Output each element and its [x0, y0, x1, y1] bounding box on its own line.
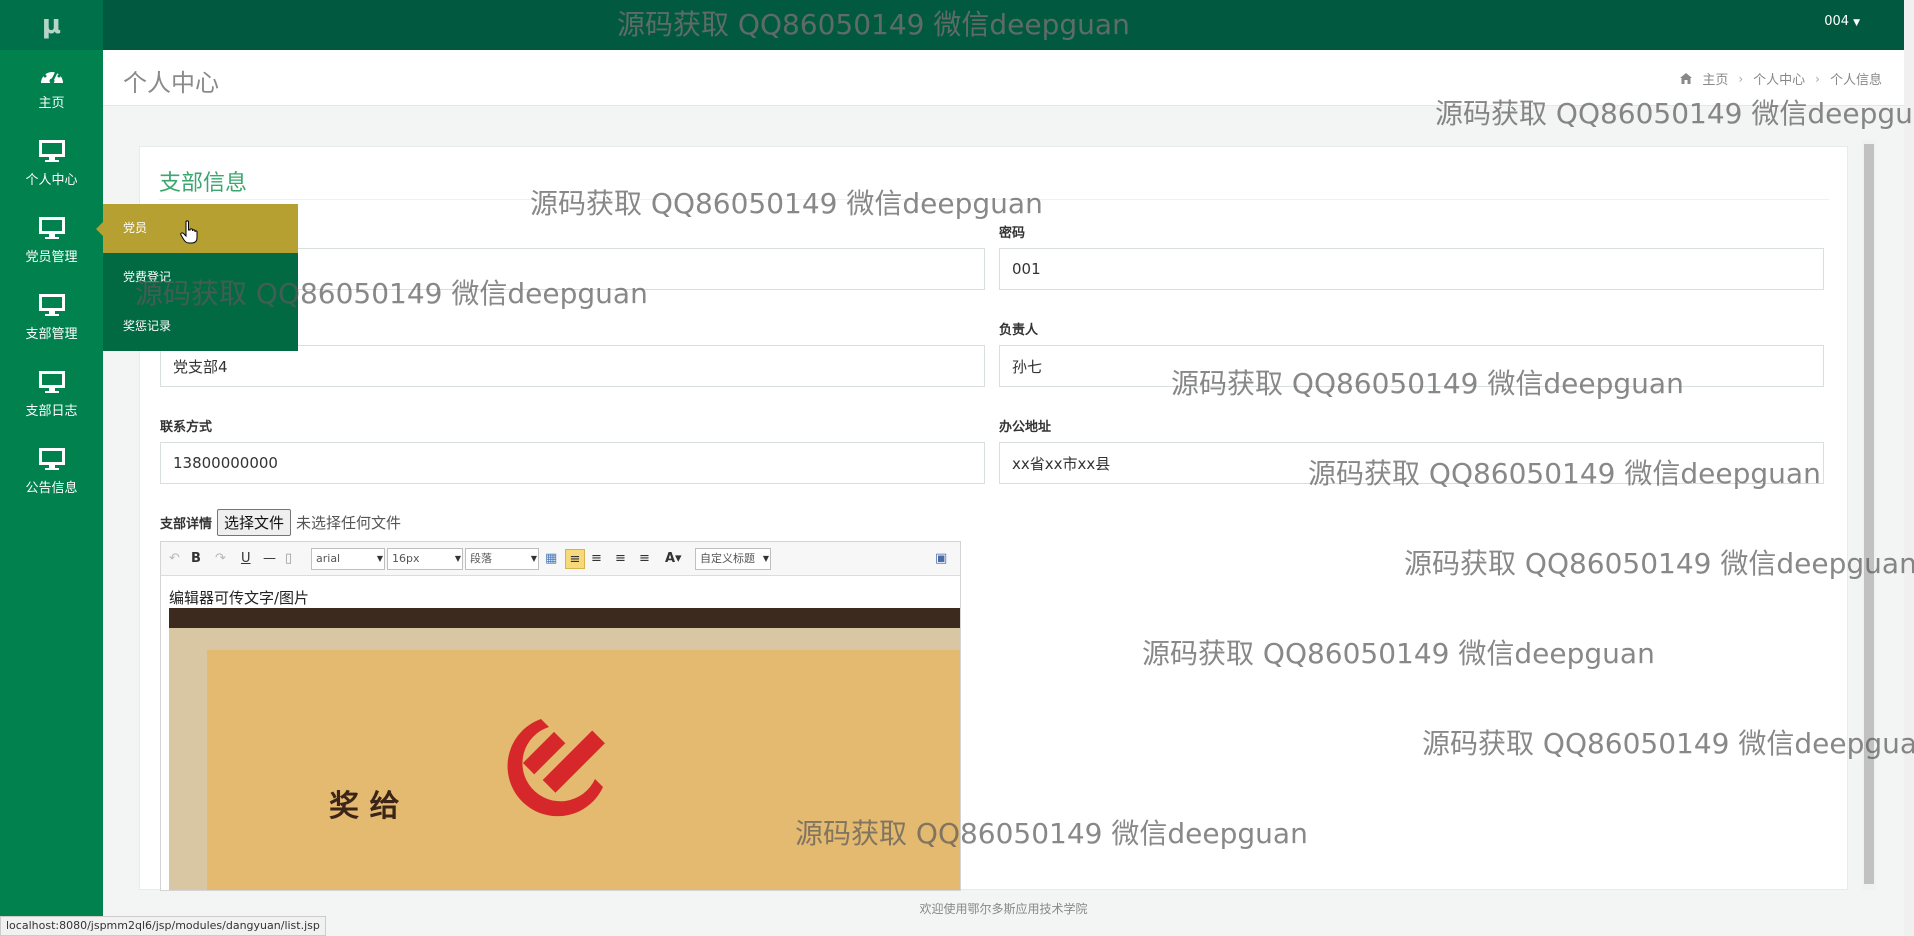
dashboard-icon	[40, 68, 63, 84]
status-bar-url: localhost:8080/jspmm2ql6/jsp/modules/dan…	[0, 916, 326, 936]
user-menu[interactable]: 004 ▼	[1824, 14, 1860, 29]
dropdown-arrow-icon: ▼	[454, 554, 461, 563]
font-size-select[interactable]: 16px ▼	[387, 548, 463, 570]
password-label: 密码	[999, 226, 1026, 241]
top-bar: μ 004 ▼	[0, 0, 1904, 50]
page-title: 个人中心	[123, 69, 219, 97]
sidebar-item-branch-log[interactable]: 支部日志	[0, 358, 103, 435]
breadcrumb-home[interactable]: 主页	[1702, 69, 1728, 88]
breadcrumb: 主页 › 个人中心 › 个人信息	[1680, 69, 1882, 88]
sidebar-item-home[interactable]: 主页	[0, 50, 103, 127]
sidebar-item-label: 支部管理	[25, 327, 78, 342]
sidebar-item-personal-center[interactable]: 个人中心	[0, 127, 103, 204]
breadcrumb-current: 个人信息	[1829, 73, 1882, 88]
sidebar-item-label: 党员管理	[25, 250, 78, 265]
monitor-icon	[38, 140, 65, 162]
sidebar-item-label: 主页	[38, 96, 65, 111]
password-input[interactable]	[999, 248, 1824, 290]
divider	[159, 199, 1829, 200]
chevron-right-icon: ›	[1815, 71, 1820, 86]
member-management-submenu: 党员 党费登记 奖惩记录	[103, 204, 298, 351]
branch-name-input[interactable]	[160, 345, 985, 387]
align-left-icon[interactable]: ≡	[565, 549, 585, 569]
contact-input[interactable]	[160, 442, 985, 484]
user-name: 004	[1824, 14, 1850, 29]
font-size-value: 16px	[392, 552, 420, 565]
editor-toolbar: ↶ B ↷ U — ▯ arial ▼ 16px ▼ 段落 ▼ ▦ ≡ ≡ ≡ ≡ A…	[161, 542, 960, 576]
address-label: 办公地址	[999, 420, 1052, 435]
dropdown-arrow-icon: ▼	[762, 554, 769, 563]
align-justify-icon[interactable]: ≡	[639, 549, 650, 569]
paragraph-value: 段落	[470, 552, 492, 565]
footer: 欢迎使用鄂尔多斯应用技术学院	[919, 902, 1088, 916]
horizontal-rule-icon[interactable]: —	[263, 549, 276, 569]
custom-title-value: 自定义标题	[700, 552, 755, 565]
scrollbar-thumb[interactable]	[1864, 144, 1874, 884]
leader-input[interactable]	[999, 345, 1824, 387]
choose-file-button[interactable]: 选择文件	[217, 509, 292, 536]
table-icon[interactable]: ▦	[545, 549, 557, 569]
details-label: 支部详情	[160, 517, 213, 532]
card-title: 支部信息	[159, 171, 248, 196]
underline-icon[interactable]: U	[241, 549, 251, 569]
page-scrollbar[interactable]	[1904, 0, 1914, 936]
content-scrollbar[interactable]	[1862, 140, 1876, 890]
sidebar-item-announcements[interactable]: 公告信息	[0, 435, 103, 512]
flyout-pointer	[96, 222, 103, 236]
file-status-text: 未选择任何文件	[296, 514, 402, 532]
monitor-icon	[38, 294, 65, 316]
address-input[interactable]	[999, 442, 1824, 484]
rich-text-editor: ↶ B ↷ U — ▯ arial ▼ 16px ▼ 段落 ▼ ▦ ≡ ≡ ≡ ≡ A…	[160, 541, 961, 891]
home-icon	[1680, 73, 1693, 84]
redo-icon[interactable]: ↷	[215, 549, 226, 569]
submenu-item-dues[interactable]: 党费登记	[103, 253, 298, 302]
certificate-text: 奖 给	[329, 789, 399, 824]
chevron-right-icon: ›	[1738, 71, 1744, 86]
hand-cursor-icon	[180, 220, 198, 244]
paragraph-select[interactable]: 段落 ▼	[465, 548, 539, 570]
undo-icon[interactable]: ↶	[169, 549, 180, 569]
certificate-image: 奖 给	[169, 608, 960, 890]
font-family-value: arial	[316, 552, 341, 565]
page-header: 个人中心 主页 › 个人中心 › 个人信息	[103, 50, 1904, 106]
sidebar-item-member-management[interactable]: 党员管理	[0, 204, 103, 281]
monitor-icon	[38, 371, 65, 393]
sidebar-item-label: 公告信息	[25, 481, 78, 496]
custom-title-select[interactable]: 自定义标题 ▼	[695, 548, 771, 570]
bold-icon[interactable]: B	[191, 549, 201, 569]
sidebar-item-branch-management[interactable]: 支部管理	[0, 281, 103, 358]
branch-info-card: 支部信息 密码 负责人 联系方式 办公地址 支部详情 选择文件 未选择任何文件 …	[139, 146, 1848, 891]
sidebar-item-label: 支部日志	[25, 404, 78, 419]
file-upload-row: 支部详情 选择文件 未选择任何文件	[160, 509, 401, 536]
breadcrumb-personal-center[interactable]: 个人中心	[1753, 69, 1805, 88]
monitor-icon	[38, 217, 65, 239]
editor-content-text[interactable]: 编辑器可传文字/图片	[169, 587, 309, 608]
leader-label: 负责人	[999, 323, 1039, 338]
dropdown-arrow-icon: ▼	[530, 554, 537, 563]
submenu-item-rewards[interactable]: 奖惩记录	[103, 302, 298, 351]
align-center-icon[interactable]: ≡	[615, 549, 626, 569]
font-color-icon[interactable]: A▾	[665, 549, 682, 569]
font-family-select[interactable]: arial ▼	[311, 548, 385, 570]
caret-down-icon: ▼	[1853, 18, 1860, 28]
align-right-icon[interactable]: ≡	[591, 549, 602, 569]
sidebar: 主页 个人中心 党员管理 支部管理 支部日志 公告信息	[0, 50, 103, 936]
fullscreen-icon[interactable]: ▣	[935, 549, 947, 569]
sidebar-item-label: 个人中心	[25, 173, 78, 188]
page-icon[interactable]: ▯	[285, 549, 292, 569]
contact-label: 联系方式	[160, 420, 213, 435]
app-logo[interactable]: μ	[0, 0, 103, 50]
certificate-paper	[207, 650, 960, 890]
dropdown-arrow-icon: ▼	[376, 554, 383, 563]
submenu-item-members[interactable]: 党员	[103, 204, 298, 253]
monitor-icon	[38, 448, 65, 470]
